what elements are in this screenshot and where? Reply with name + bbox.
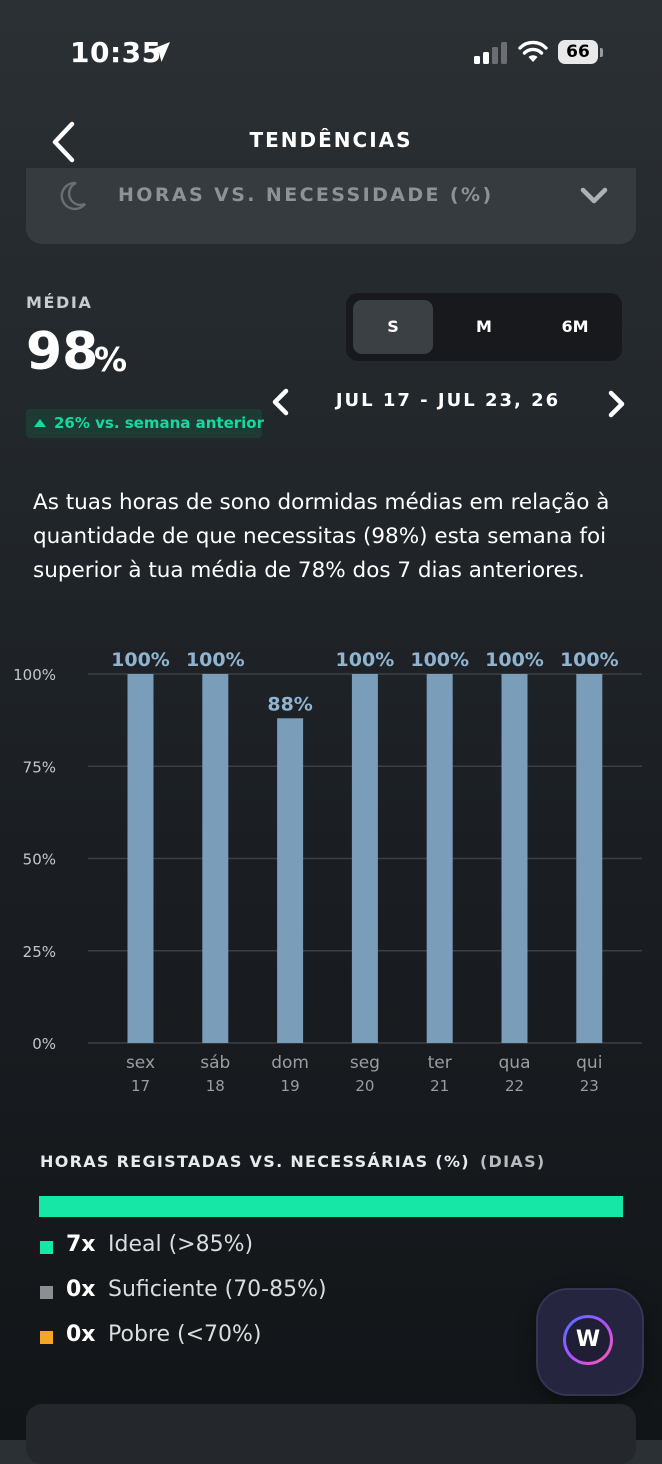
chevron-right-icon (608, 390, 625, 418)
x-tick-day-number: 23 (580, 1077, 599, 1095)
metric-dropdown-label: HORAS VS. NECESSIDADE (%) (118, 184, 494, 206)
page-title: TENDÊNCIAS (249, 128, 413, 152)
bar-data-label: 100% (560, 649, 619, 671)
legend-swatch-poor (40, 1331, 53, 1344)
battery-tip (600, 48, 603, 57)
assistant-logo-icon: W (563, 1315, 613, 1365)
assistant-button[interactable]: W (538, 1290, 642, 1394)
legend-count-sufficient: 0x (66, 1277, 96, 1302)
x-tick-day-number: 17 (131, 1077, 150, 1095)
bar-21 (426, 674, 453, 1043)
bar-data-label: 88% (267, 693, 312, 715)
bar-20 (351, 674, 378, 1043)
change-text: 26% vs. semana anterior (54, 414, 265, 432)
period-tab-week[interactable]: S (353, 300, 433, 354)
average-label: MÉDIA (26, 293, 93, 312)
x-tick-label: ter (428, 1053, 452, 1073)
x-tick-label: qui (576, 1053, 602, 1073)
x-tick-day-number: 22 (505, 1077, 524, 1095)
bar-23 (576, 674, 603, 1043)
legend-swatch-sufficient (40, 1286, 53, 1299)
legend-label-poor: Pobre (<70%) (108, 1322, 262, 1347)
bar-22 (501, 674, 528, 1043)
bar-18 (202, 674, 229, 1043)
y-tick-label: 100% (13, 666, 56, 684)
average-unit: % (94, 340, 128, 379)
legend-label-sufficient: Suficiente (70-85%) (108, 1277, 327, 1302)
assistant-letter: W (575, 1327, 601, 1352)
legend-swatch-ideal (40, 1241, 53, 1254)
change-badge: 26% vs. semana anterior (26, 409, 265, 438)
x-tick-day-number: 18 (206, 1077, 225, 1095)
x-tick-label: sáb (200, 1053, 230, 1073)
legend-count-ideal: 7x (66, 1232, 96, 1257)
cellular-signal-icon (474, 42, 507, 64)
y-tick-label: 75% (23, 758, 56, 776)
period-tab-month[interactable]: M (444, 300, 524, 354)
y-tick-label: 50% (23, 851, 56, 869)
date-range: JUL 17 - JUL 23, 26 (335, 390, 561, 411)
legend-title-text: HORAS REGISTADAS VS. NECESSÁRIAS (%) (40, 1152, 470, 1171)
battery-level: 66 (558, 40, 598, 64)
summary-description: As tuas horas de sono dormidas médias em… (33, 490, 610, 583)
bar-17 (127, 674, 154, 1043)
wifi-icon (518, 40, 548, 62)
bar-data-label: 100% (186, 649, 245, 671)
metric-dropdown[interactable]: HORAS VS. NECESSIDADE (%) (26, 168, 636, 244)
y-tick-label: 0% (32, 1035, 56, 1053)
x-tick-day-number: 21 (430, 1077, 449, 1095)
chevron-left-icon (272, 388, 289, 416)
x-tick-label: sex (126, 1053, 155, 1073)
average-value: 98 (26, 322, 99, 382)
x-tick-label: dom (271, 1053, 309, 1073)
bar-data-label: 100% (336, 649, 395, 671)
x-tick-label: qua (499, 1053, 531, 1073)
period-selector: S M 6M (346, 293, 622, 361)
bar-data-label: 100% (410, 649, 469, 671)
arrow-up-icon (34, 419, 46, 427)
bar-data-label: 100% (111, 649, 170, 671)
chevron-down-icon (580, 187, 608, 204)
legend-subtitle: (DIAS) (479, 1152, 546, 1171)
battery-indicator: 66 (558, 40, 603, 66)
legend-title: HORAS REGISTADAS VS. NECESSÁRIAS (%) (DIA… (40, 1152, 546, 1171)
x-tick-day-number: 19 (281, 1077, 300, 1095)
legend-label-ideal: Ideal (>85%) (108, 1232, 254, 1257)
x-tick-day-number: 20 (355, 1077, 374, 1095)
next-card (26, 1404, 636, 1464)
moon-icon (60, 181, 86, 211)
bar-19 (277, 718, 304, 1043)
x-tick-label: seg (350, 1053, 380, 1073)
bar-data-label: 100% (485, 649, 544, 671)
sleep-bar-chart: 100% 75% 50% 25% 0% 100% sex 17 100% sáb 18 88% dom 1… (13, 649, 642, 1095)
period-tab-6-months[interactable]: 6M (535, 300, 615, 354)
y-tick-label: 25% (23, 943, 56, 961)
legend-count-poor: 0x (66, 1322, 96, 1347)
next-week-button[interactable] (603, 389, 629, 419)
legend-distribution-bar (39, 1196, 623, 1217)
location-arrow-icon (150, 42, 170, 62)
previous-week-button[interactable] (268, 387, 294, 417)
